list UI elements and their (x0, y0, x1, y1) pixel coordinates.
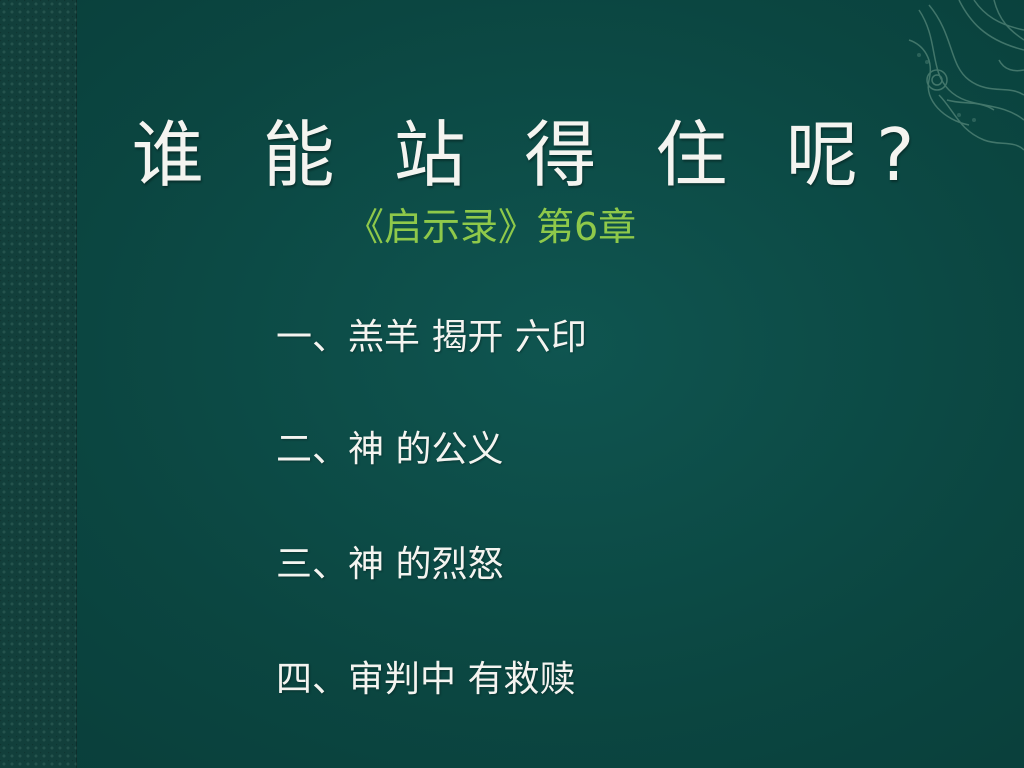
outline-point-4: 四、审判中 有救赎 (276, 659, 576, 700)
slide: 谁 能 站 得 住 呢? 《启示录》第6章 一、羔羊 揭开 六印 二、神 的公义… (0, 0, 1024, 768)
outline-point-2: 二、神 的公义 (276, 429, 504, 470)
outline-point-1: 一、羔羊 揭开 六印 (276, 317, 587, 358)
slide-subtitle: 《启示录》第6章 (346, 205, 637, 249)
outline-point-3: 三、神 的烈怒 (276, 544, 504, 585)
slide-title: 谁 能 站 得 住 呢? (131, 113, 933, 197)
